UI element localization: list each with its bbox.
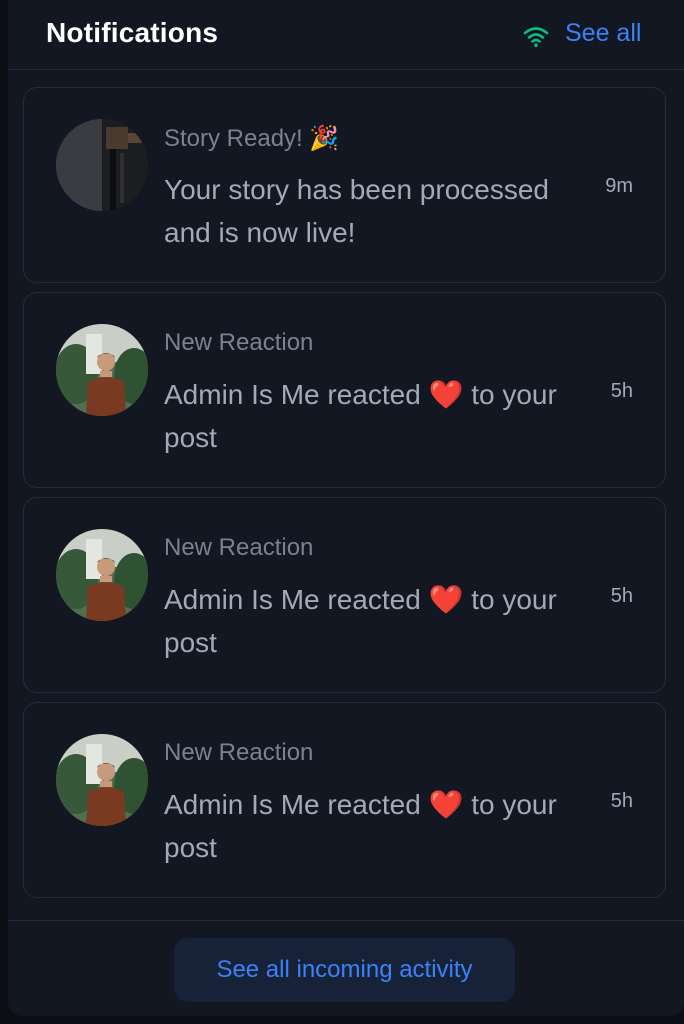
notification-title: New Reaction bbox=[164, 739, 314, 766]
panel-header: Notifications See all bbox=[8, 0, 684, 70]
wifi-icon bbox=[523, 27, 549, 47]
see-all-activity-button[interactable]: See all incoming activity bbox=[174, 938, 515, 1002]
notification-time: 5h bbox=[610, 380, 633, 402]
left-edge bbox=[0, 0, 8, 1024]
notification-card[interactable]: New Reaction Admin Is Me reacted ❤️ to y… bbox=[23, 702, 666, 898]
notification-time: 9m bbox=[605, 175, 633, 197]
notification-message: Admin Is Me reacted ❤️ to your post bbox=[164, 789, 557, 863]
user-avatar bbox=[56, 734, 148, 826]
panel-title: Notifications bbox=[46, 17, 219, 48]
notification-message: Admin Is Me reacted ❤️ to your post bbox=[164, 584, 557, 658]
user-avatar bbox=[56, 529, 148, 621]
notification-title: Story Ready! 🎉 bbox=[164, 125, 340, 152]
notification-title: New Reaction bbox=[164, 534, 314, 561]
notification-message: Admin Is Me reacted ❤️ to your post bbox=[164, 379, 557, 453]
notifications-panel: Notifications See all Story Ready! 🎉 You… bbox=[8, 0, 684, 1016]
notification-title: New Reaction bbox=[164, 329, 314, 356]
notification-time: 5h bbox=[610, 585, 633, 607]
notification-message: Your story has been processed and is now… bbox=[164, 174, 549, 248]
story-thumbnail bbox=[56, 119, 148, 211]
see-all-link[interactable]: See all bbox=[565, 19, 641, 48]
footer-divider bbox=[8, 920, 684, 921]
user-avatar bbox=[56, 324, 148, 416]
notification-card[interactable]: New Reaction Admin Is Me reacted ❤️ to y… bbox=[23, 292, 666, 488]
notification-card[interactable]: New Reaction Admin Is Me reacted ❤️ to y… bbox=[23, 497, 666, 693]
notification-time: 5h bbox=[610, 790, 633, 812]
notification-card[interactable]: Story Ready! 🎉 Your story has been proce… bbox=[23, 87, 666, 283]
